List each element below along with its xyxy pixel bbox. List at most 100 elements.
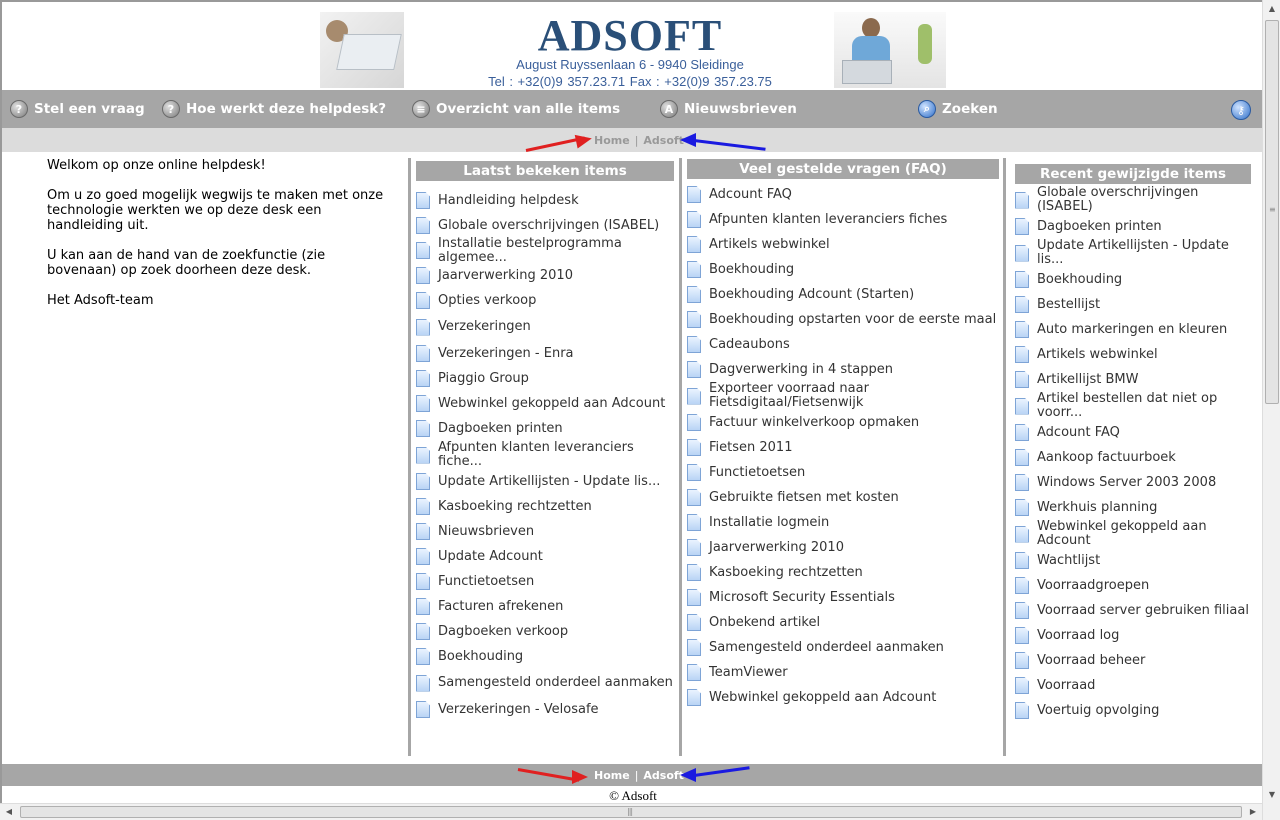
breadcrumb-current-link[interactable]: Adsoft xyxy=(643,134,684,147)
list-item[interactable]: Artikellijst BMW xyxy=(1015,367,1251,392)
list-item[interactable]: Kasboeking rechtzetten xyxy=(416,494,674,519)
list-item[interactable]: Voorraad beheer xyxy=(1015,648,1251,673)
list-item[interactable]: Voorraad log xyxy=(1015,623,1251,648)
breadcrumb-current-link[interactable]: Adsoft xyxy=(643,769,684,782)
list-item-label: Voertuig opvolging xyxy=(1037,702,1160,718)
recent-changed-column: Recent gewijzigde items Globale overschr… xyxy=(1015,164,1251,723)
list-item[interactable]: Update Adcount xyxy=(416,544,674,569)
list-item-label: Jaarverwerking 2010 xyxy=(438,267,573,283)
list-item[interactable]: Gebruikte fietsen met kosten xyxy=(687,485,999,510)
list-item[interactable]: Adcount FAQ xyxy=(1015,420,1251,445)
list-item[interactable]: Afpunten klanten leveranciers fiche... xyxy=(416,441,674,469)
key-icon[interactable]: ⚷ xyxy=(1231,100,1251,120)
nav-newsletters[interactable]: A Nieuwsbrieven xyxy=(660,90,797,128)
document-icon xyxy=(1015,244,1029,262)
list-item[interactable]: Kasboeking rechtzetten xyxy=(687,560,999,585)
document-icon xyxy=(1015,525,1029,543)
list-item[interactable]: Dagboeken verkoop xyxy=(416,619,674,644)
list-item[interactable]: Adcount FAQ xyxy=(687,182,999,207)
document-icon xyxy=(1015,652,1029,669)
list-item[interactable]: Verzekeringen - Enra xyxy=(416,341,674,366)
list-item[interactable]: Dagboeken printen xyxy=(416,416,674,441)
document-icon xyxy=(1015,577,1029,594)
list-item[interactable]: Boekhouding xyxy=(1015,267,1251,292)
list-item[interactable]: Aankoop factuurboek xyxy=(1015,445,1251,470)
list-item[interactable]: Voorraadgroepen xyxy=(1015,573,1251,598)
list-item[interactable]: Globale overschrijvingen (ISABEL) xyxy=(1015,186,1251,214)
list-item-label: Voorraad xyxy=(1037,677,1096,693)
list-item[interactable]: Werkhuis planning xyxy=(1015,495,1251,520)
list-item[interactable]: Handleiding helpdesk xyxy=(416,188,674,213)
scroll-right-arrow-icon[interactable]: ▶ xyxy=(1246,805,1260,819)
list-item[interactable]: TeamViewer xyxy=(687,660,999,685)
list-item[interactable]: Wachtlijst xyxy=(1015,548,1251,573)
list-item[interactable]: Artikels webwinkel xyxy=(687,232,999,257)
list-item[interactable]: Opties verkoop xyxy=(416,288,674,313)
horizontal-scrollbar[interactable]: ◀ ||| ▶ xyxy=(0,803,1262,820)
scroll-left-arrow-icon[interactable]: ◀ xyxy=(2,805,16,819)
nav-ask-question[interactable]: ? Stel een vraag xyxy=(10,90,145,128)
list-item[interactable]: Afpunten klanten leveranciers fiches xyxy=(687,207,999,232)
list-item[interactable]: Verzekeringen - Velosafe xyxy=(416,697,674,722)
list-item[interactable]: Voorraad server gebruiken filiaal xyxy=(1015,598,1251,623)
document-icon xyxy=(416,370,430,387)
list-item-label: Exporteer voorraad naar Fietsdigitaal/Fi… xyxy=(709,381,869,410)
vertical-scroll-thumb[interactable]: ≡ xyxy=(1265,20,1279,404)
list-item[interactable]: Dagboeken printen xyxy=(1015,214,1251,239)
list-item-label: Verzekeringen - Velosafe xyxy=(438,701,599,717)
list-item[interactable]: Boekhouding xyxy=(416,644,674,669)
list-item[interactable]: Piaggio Group xyxy=(416,366,674,391)
list-item[interactable]: Factuur winkelverkoop opmaken xyxy=(687,410,999,435)
list-item[interactable]: Boekhouding Adcount (Starten) xyxy=(687,282,999,307)
nav-all-items[interactable]: ≡ Overzicht van alle items xyxy=(412,90,620,128)
document-icon xyxy=(1015,218,1029,235)
list-item[interactable]: Fietsen 2011 xyxy=(687,435,999,460)
list-item-label: Artikel bestellen dat niet op voorr... xyxy=(1037,391,1218,420)
column-divider xyxy=(679,158,682,756)
list-item[interactable]: Nieuwsbrieven xyxy=(416,519,674,544)
list-item[interactable]: Installatie logmein xyxy=(687,510,999,535)
breadcrumb-home-link[interactable]: Home xyxy=(594,134,630,147)
list-item[interactable]: Artikel bestellen dat niet op voorr... xyxy=(1015,392,1251,420)
list-item[interactable]: Webwinkel gekoppeld aan Adcount xyxy=(1015,520,1251,548)
scroll-down-arrow-icon[interactable]: ▼ xyxy=(1265,788,1279,802)
list-item[interactable]: Samengesteld onderdeel aanmaken xyxy=(416,669,674,697)
list-item[interactable]: Installatie bestelprogramma algemee... xyxy=(416,236,674,264)
list-item[interactable]: Functietoetsen xyxy=(416,569,674,594)
list-item[interactable]: Boekhouding xyxy=(687,257,999,282)
breadcrumb-home-link[interactable]: Home xyxy=(594,769,630,782)
document-icon xyxy=(416,395,430,412)
list-item[interactable]: Boekhouding opstarten voor de eerste maa… xyxy=(687,307,999,332)
list-item[interactable]: Jaarverwerking 2010 xyxy=(416,263,674,288)
list-item[interactable]: Bestellijst xyxy=(1015,292,1251,317)
vertical-scrollbar[interactable]: ▲ ≡ ▼ xyxy=(1262,0,1280,820)
list-item[interactable]: Voorraad xyxy=(1015,673,1251,698)
list-item[interactable]: Artikels webwinkel xyxy=(1015,342,1251,367)
list-item[interactable]: Update Artikellijsten - Update lis... xyxy=(416,469,674,494)
list-item[interactable]: Facturen afrekenen xyxy=(416,594,674,619)
document-icon xyxy=(687,211,701,228)
document-icon xyxy=(687,387,701,405)
list-item[interactable]: Update Artikellijsten - Update lis... xyxy=(1015,239,1251,267)
list-item[interactable]: Cadeaubons xyxy=(687,332,999,357)
list-item[interactable]: Globale overschrijvingen (ISABEL) xyxy=(416,213,674,238)
nav-search[interactable]: ⌕ Zoeken xyxy=(918,90,998,128)
list-item[interactable]: Webwinkel gekoppeld aan Adcount xyxy=(416,391,674,416)
nav-how-it-works[interactable]: ? Hoe werkt deze helpdesk? xyxy=(162,90,386,128)
horizontal-scroll-thumb[interactable]: ||| xyxy=(20,806,1242,818)
list-item[interactable]: Dagverwerking in 4 stappen xyxy=(687,357,999,382)
list-item[interactable]: Microsoft Security Essentials xyxy=(687,585,999,610)
scroll-up-arrow-icon[interactable]: ▲ xyxy=(1265,2,1279,16)
list-item[interactable]: Samengesteld onderdeel aanmaken xyxy=(687,635,999,660)
list-item[interactable]: Functietoetsen xyxy=(687,460,999,485)
list-item[interactable]: Webwinkel gekoppeld aan Adcount xyxy=(687,685,999,710)
document-icon xyxy=(416,701,430,718)
list-item[interactable]: Voertuig opvolging xyxy=(1015,698,1251,723)
list-item[interactable]: Verzekeringen xyxy=(416,313,674,341)
list-item[interactable]: Onbekend artikel xyxy=(687,610,999,635)
list-item[interactable]: Exporteer voorraad naar Fietsdigitaal/Fi… xyxy=(687,382,999,410)
list-item[interactable]: Auto markeringen en kleuren xyxy=(1015,317,1251,342)
document-icon xyxy=(416,242,430,259)
list-item[interactable]: Windows Server 2003 2008 xyxy=(1015,470,1251,495)
list-item[interactable]: Jaarverwerking 2010 xyxy=(687,535,999,560)
